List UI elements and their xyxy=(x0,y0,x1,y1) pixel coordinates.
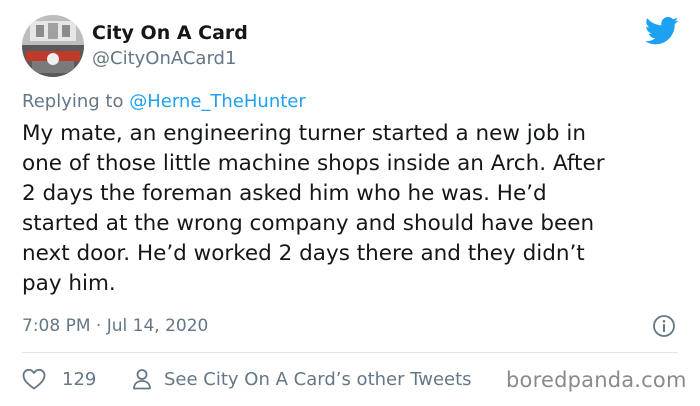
heart-icon xyxy=(22,368,46,390)
person-icon xyxy=(133,369,151,390)
info-icon[interactable] xyxy=(652,314,676,338)
tweet-card: City On A Card @CityOnACard1 Replying to… xyxy=(0,0,700,406)
tweet-text-line: 2 days the foreman asked him who he was.… xyxy=(22,181,547,206)
see-other-tweets-link[interactable]: See City On A Card’s other Tweets xyxy=(132,366,472,392)
divider xyxy=(22,352,678,353)
tweet-text-line: pay him. xyxy=(22,271,116,296)
like-button[interactable]: 129 xyxy=(22,366,96,392)
see-other-tweets-label: See City On A Card’s other Tweets xyxy=(164,368,472,390)
reply-context: Replying to @Herne_TheHunter xyxy=(22,91,306,112)
reply-prefix: Replying to xyxy=(22,91,124,112)
like-count: 129 xyxy=(62,368,97,390)
tweet-timestamp[interactable]: 7:08 PM · Jul 14, 2020 xyxy=(22,316,208,336)
tweet-text-line: started at the wrong company and should … xyxy=(22,211,595,236)
reply-mention-link[interactable]: @Herne_TheHunter xyxy=(129,91,306,112)
tweet-text-line: next door. He’d worked 2 days there and … xyxy=(22,241,585,266)
avatar-image xyxy=(22,15,84,77)
display-name[interactable]: City On A Card xyxy=(92,22,248,44)
avatar[interactable] xyxy=(22,15,84,77)
watermark: boredpanda.com xyxy=(506,368,687,392)
user-handle[interactable]: @CityOnACard1 xyxy=(92,48,236,69)
tweet-text-line: one of those little machine shops inside… xyxy=(22,151,605,176)
tweet-text-line: My mate, an engineering turner started a… xyxy=(22,121,586,146)
twitter-bird-icon[interactable] xyxy=(645,16,679,46)
tweet-text: My mate, an engineering turner started a… xyxy=(22,119,687,299)
